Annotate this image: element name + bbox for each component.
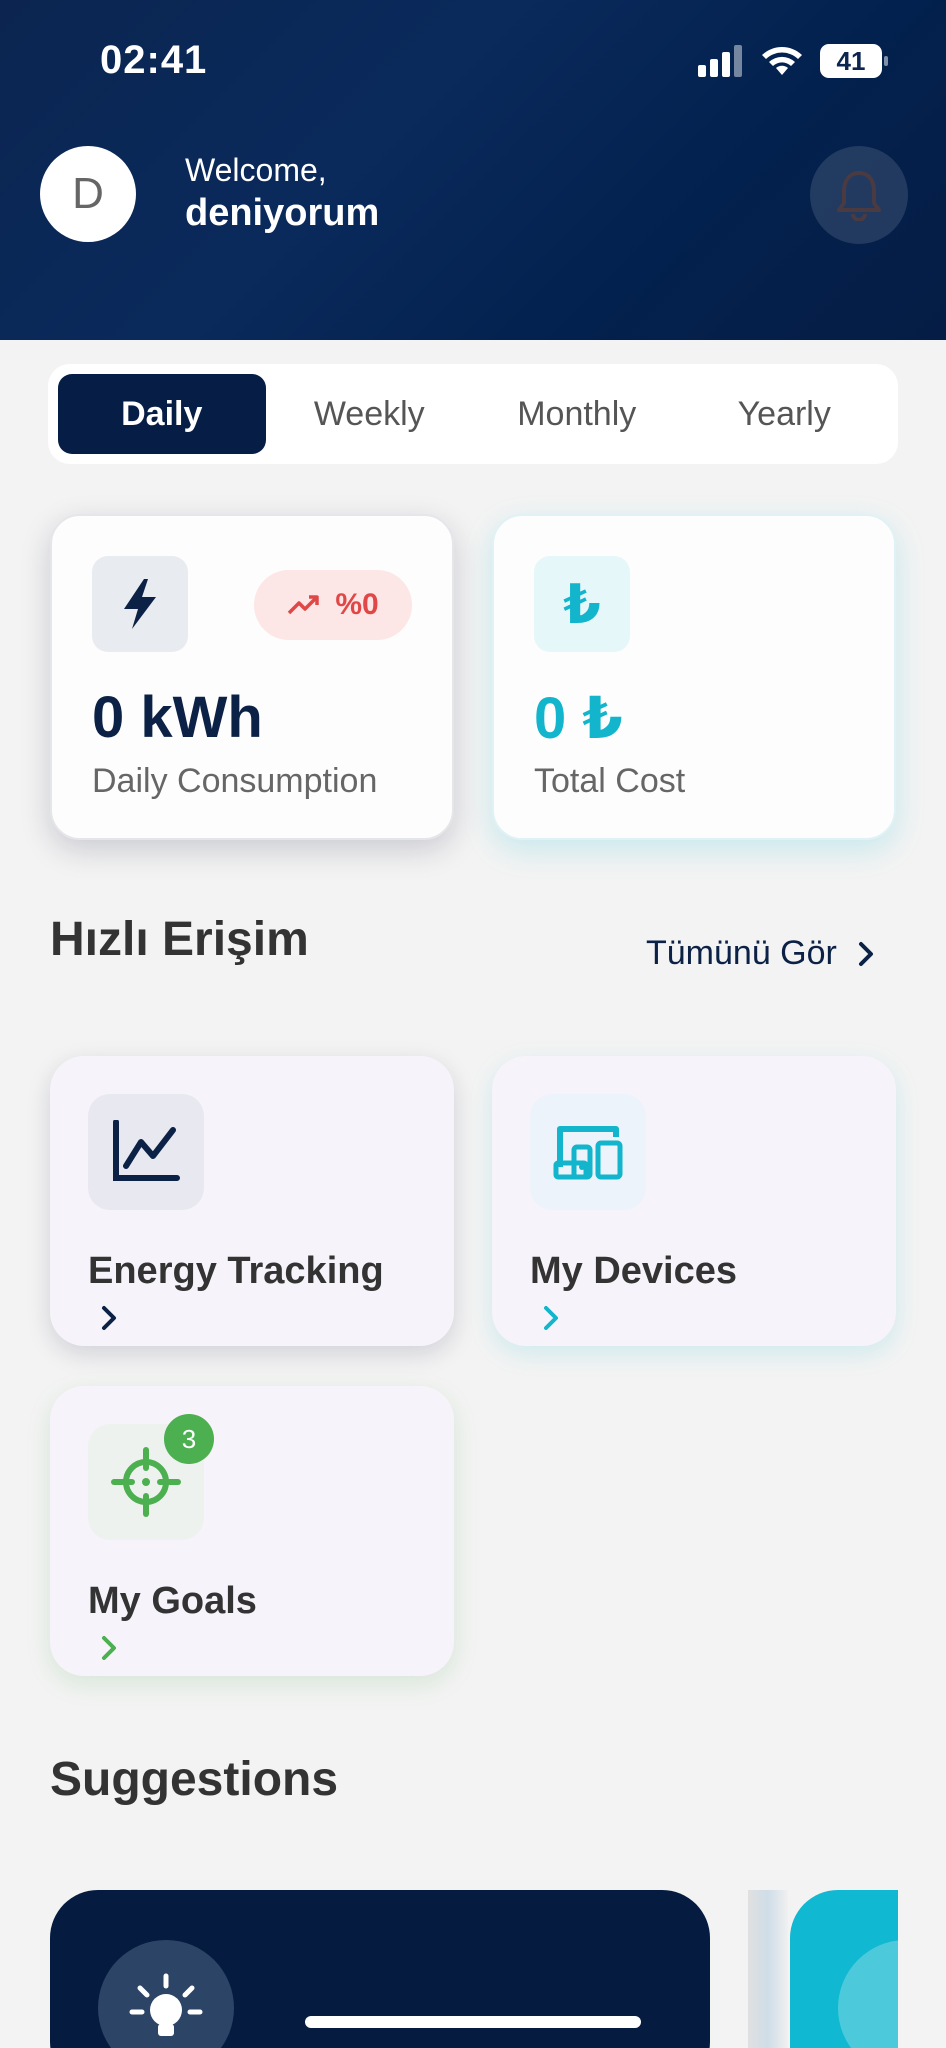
quick-access-title: Hızlı Erişim: [50, 913, 309, 966]
trending-up-icon: [288, 595, 320, 615]
chevron-right-icon: [102, 1636, 116, 1660]
tab-yearly[interactable]: Yearly: [681, 374, 889, 454]
battery-level: 41: [836, 45, 866, 76]
status-icons: 41: [698, 44, 888, 78]
status-time: 02:41: [100, 38, 208, 82]
consumption-card[interactable]: %0 0 kWh Daily Consumption: [50, 514, 454, 840]
avatar-initial: D: [72, 169, 104, 218]
my-goals-label: My Goals: [88, 1580, 257, 1622]
my-devices-label: My Devices: [530, 1250, 738, 1292]
line-chart-icon: [88, 1094, 204, 1210]
trend-value: %0: [335, 588, 379, 621]
suggestion-card-next[interactable]: [790, 1890, 898, 2048]
cost-label: Total Cost: [534, 762, 686, 800]
lira-icon: ₺: [534, 556, 630, 652]
trend-badge: %0: [254, 570, 412, 640]
battery-icon: 41: [820, 44, 888, 78]
chevron-right-icon: [858, 941, 873, 966]
lightbulb-icon: [98, 1940, 234, 2048]
suggestions-title: Suggestions: [50, 1753, 339, 1806]
avatar[interactable]: D: [40, 146, 136, 242]
my-devices-card[interactable]: My Devices: [492, 1056, 896, 1346]
consumption-value: 0 kWh: [92, 685, 263, 750]
cost-value: 0 ₺: [534, 686, 623, 751]
see-all-label: Tümünü Gör: [646, 934, 837, 972]
suggestion-icon: [838, 1940, 898, 2048]
energy-tracking-card[interactable]: Energy Tracking: [50, 1056, 454, 1346]
see-all-link[interactable]: Tümünü Gör: [646, 934, 875, 973]
cost-card[interactable]: ₺ 0 ₺ Total Cost: [492, 514, 896, 840]
welcome-text: Welcome,: [185, 152, 327, 188]
devices-icon: [530, 1094, 646, 1210]
bell-icon: [837, 171, 881, 221]
username: deniyorum: [185, 192, 380, 234]
period-tabs: Daily Weekly Monthly Yearly: [48, 364, 898, 464]
home-indicator: [305, 2016, 641, 2028]
notifications-button[interactable]: [810, 146, 908, 244]
chevron-right-icon: [544, 1306, 558, 1330]
my-goals-card[interactable]: 3 My Goals: [50, 1386, 454, 1676]
tab-daily[interactable]: Daily: [58, 374, 266, 454]
suggestions-divider: [748, 1890, 788, 2048]
header: 02:41 41 D Welcome, deniyorum: [0, 0, 946, 340]
goals-count-badge: 3: [164, 1414, 214, 1464]
bolt-icon: [92, 556, 188, 652]
energy-tracking-label: Energy Tracking: [88, 1250, 384, 1292]
wifi-icon: [762, 47, 802, 75]
consumption-label: Daily Consumption: [92, 762, 378, 800]
tab-monthly[interactable]: Monthly: [473, 374, 681, 454]
tab-weekly[interactable]: Weekly: [266, 374, 474, 454]
chevron-right-icon: [102, 1306, 116, 1330]
signal-icon: [698, 45, 742, 77]
